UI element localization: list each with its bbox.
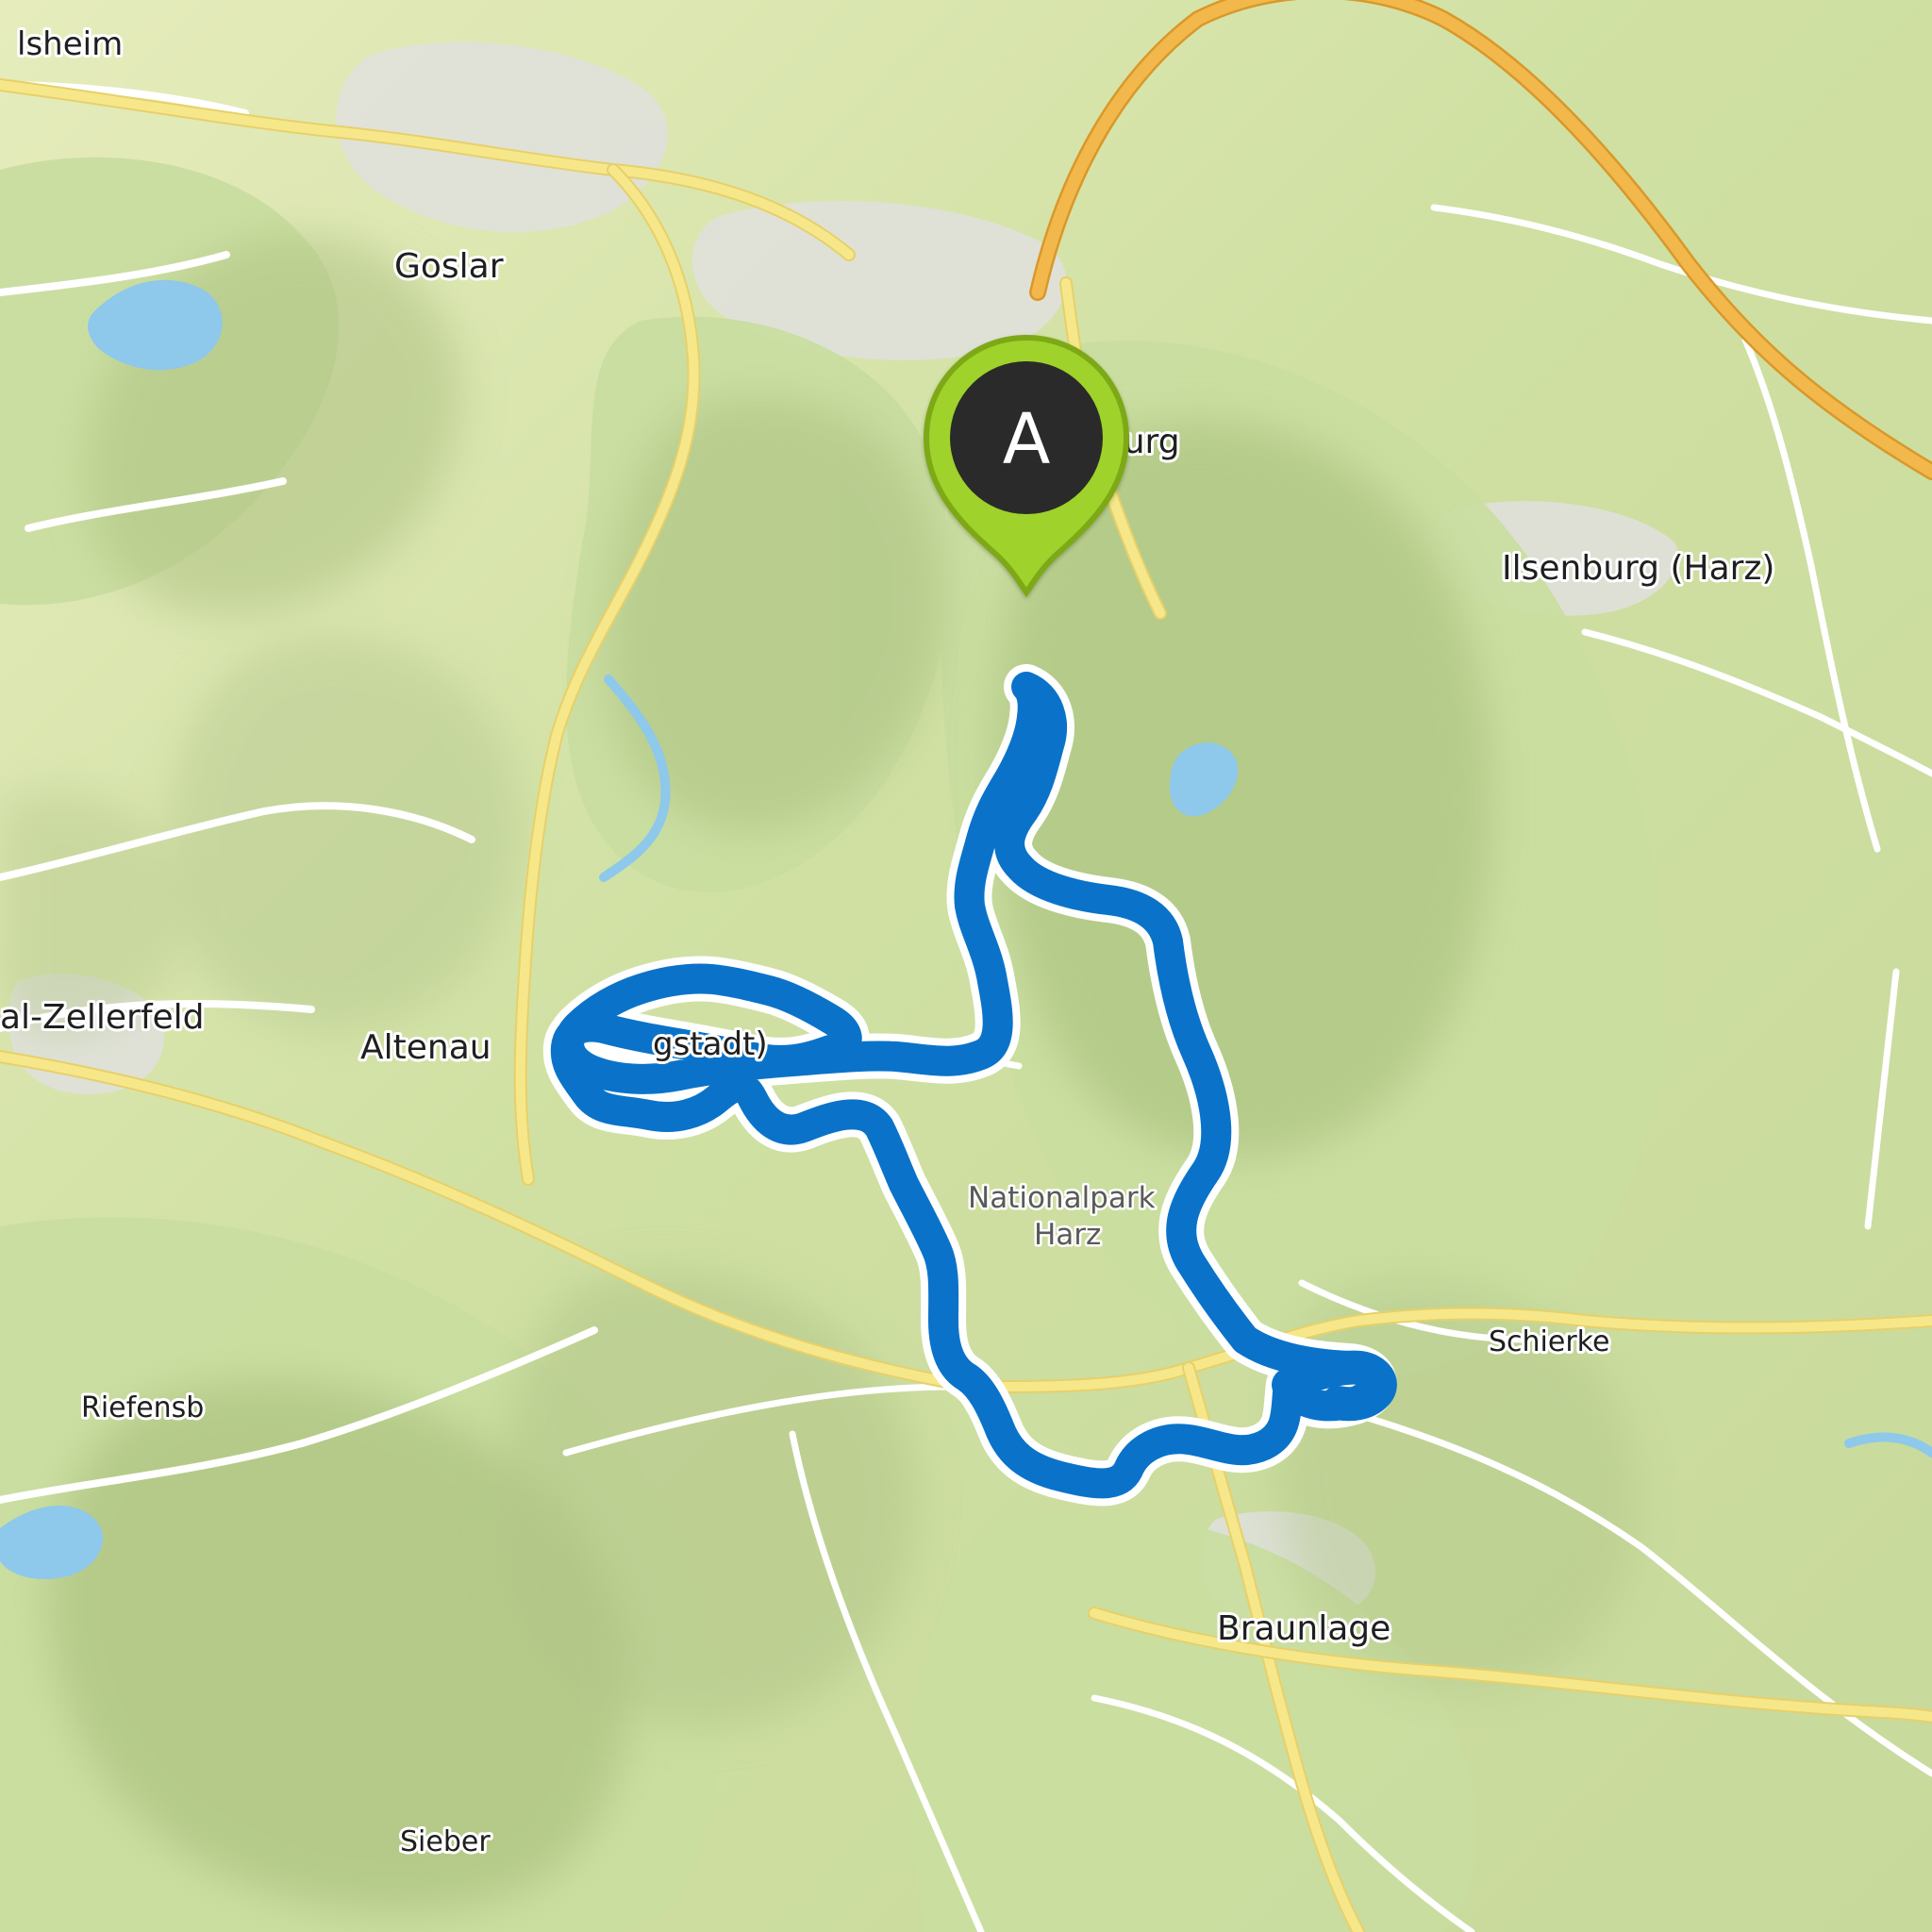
place-label-goslar: Goslar bbox=[394, 247, 504, 286]
place-label-hildesheim-partial: lsheim bbox=[17, 25, 123, 63]
place-label-nationalpark-harz-line-1: Nationalpark bbox=[968, 1181, 1156, 1215]
place-label-altenau: Altenau bbox=[360, 1028, 491, 1067]
place-label-clausthal-zellerfeld-partial: al-Zellerfeld bbox=[0, 998, 205, 1037]
place-label-sieber: Sieber bbox=[400, 1825, 491, 1858]
map-canvas[interactable]: lsheim Goslar Bad Harzburg Ilsenburg (Ha… bbox=[0, 0, 1932, 1932]
start-marker-label: A bbox=[1003, 399, 1051, 480]
place-label-schierke: Schierke bbox=[1489, 1325, 1609, 1358]
place-label-braunlage: Braunlage bbox=[1217, 1609, 1391, 1648]
place-label-altenau-suffix-partial: gstadt) bbox=[653, 1025, 768, 1063]
map-view[interactable]: lsheim Goslar Bad Harzburg Ilsenburg (Ha… bbox=[0, 0, 1932, 1932]
place-label-nationalpark-harz-line-2: Harz bbox=[1034, 1218, 1101, 1252]
place-label-ilsenburg: Ilsenburg (Harz) bbox=[1502, 549, 1774, 588]
place-label-riefensbeek-partial: Riefensb bbox=[81, 1391, 204, 1424]
